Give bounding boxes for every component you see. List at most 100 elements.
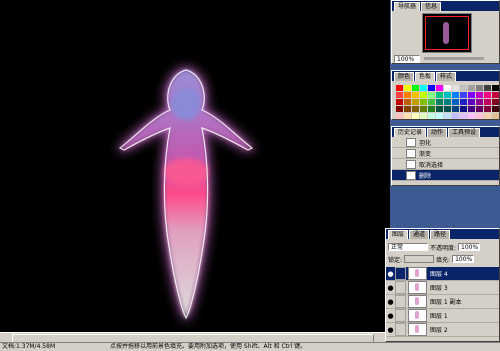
zoom-field[interactable]: 100% <box>394 55 420 63</box>
tab-history[interactable]: 历史记录 <box>394 128 427 137</box>
layer-row[interactable]: ● 图层 1 <box>386 309 499 323</box>
color-swatch[interactable] <box>428 92 435 98</box>
color-swatch[interactable] <box>420 92 427 98</box>
color-swatch[interactable] <box>436 99 443 105</box>
navigator-preview[interactable] <box>422 13 472 53</box>
history-item[interactable]: 羽化 <box>392 137 499 148</box>
color-swatch[interactable] <box>428 113 435 119</box>
color-swatch[interactable] <box>404 99 411 105</box>
color-swatch[interactable] <box>404 85 411 91</box>
tab-layers[interactable]: 图层 <box>388 230 409 239</box>
color-swatch[interactable] <box>484 85 491 91</box>
history-item[interactable]: 渐变 <box>392 148 499 159</box>
layer-row[interactable]: ● 图层 3 <box>386 281 499 295</box>
color-swatch[interactable] <box>428 106 435 112</box>
color-swatch[interactable] <box>420 85 427 91</box>
color-swatch[interactable] <box>452 99 459 105</box>
color-swatch[interactable] <box>460 106 467 112</box>
document-canvas[interactable] <box>0 0 390 332</box>
color-swatch[interactable] <box>444 92 451 98</box>
tab-paths[interactable]: 路径 <box>430 230 451 239</box>
color-swatch[interactable] <box>476 99 483 105</box>
color-swatch[interactable] <box>412 106 419 112</box>
color-swatch[interactable] <box>452 92 459 98</box>
color-swatch[interactable] <box>484 113 491 119</box>
color-swatch[interactable] <box>492 85 499 91</box>
tab-tool-presets[interactable]: 工具预设 <box>448 128 481 137</box>
color-swatch[interactable] <box>460 85 467 91</box>
color-swatch[interactable] <box>444 99 451 105</box>
lock-buttons[interactable] <box>404 255 435 263</box>
color-swatch[interactable] <box>476 85 483 91</box>
color-swatch[interactable] <box>396 85 403 91</box>
eye-icon[interactable]: ● <box>386 284 395 292</box>
color-swatch[interactable] <box>444 85 451 91</box>
color-swatch[interactable] <box>404 106 411 112</box>
color-swatch[interactable] <box>412 113 419 119</box>
color-swatch[interactable] <box>460 113 467 119</box>
color-swatch[interactable] <box>420 99 427 105</box>
color-swatch[interactable] <box>452 113 459 119</box>
color-swatch[interactable] <box>404 92 411 98</box>
color-swatch[interactable] <box>468 113 475 119</box>
layer-row[interactable]: ● 图层 2 <box>386 323 499 337</box>
color-swatch[interactable] <box>452 106 459 112</box>
color-swatch[interactable] <box>436 106 443 112</box>
tab-color[interactable]: 颜色 <box>394 72 415 81</box>
color-swatch[interactable] <box>468 85 475 91</box>
color-swatch[interactable] <box>436 92 443 98</box>
tab-swatches[interactable]: 色板 <box>415 72 436 81</box>
color-swatch[interactable] <box>476 106 483 112</box>
swatch-grid[interactable] <box>396 85 500 119</box>
color-swatch[interactable] <box>468 106 475 112</box>
history-item-selected[interactable]: 删除 <box>392 170 499 181</box>
color-swatch[interactable] <box>484 99 491 105</box>
color-swatch[interactable] <box>460 99 467 105</box>
color-swatch[interactable] <box>492 106 499 112</box>
color-swatch[interactable] <box>396 106 403 112</box>
layer-row[interactable]: ● 图层 1 副本 <box>386 295 499 309</box>
color-swatch[interactable] <box>492 113 499 119</box>
color-swatch[interactable] <box>420 106 427 112</box>
layer-row-selected[interactable]: ● 图层 4 <box>386 267 499 281</box>
color-swatch[interactable] <box>468 99 475 105</box>
color-swatch[interactable] <box>396 113 403 119</box>
zoom-slider[interactable] <box>424 57 484 60</box>
color-swatch[interactable] <box>428 85 435 91</box>
eye-icon[interactable]: ● <box>386 270 395 278</box>
eye-icon[interactable]: ● <box>386 312 395 320</box>
color-swatch[interactable] <box>412 92 419 98</box>
color-swatch[interactable] <box>476 113 483 119</box>
color-swatch[interactable] <box>476 92 483 98</box>
fill-field[interactable]: 100% <box>452 255 475 263</box>
color-swatch[interactable] <box>452 85 459 91</box>
color-swatch[interactable] <box>412 85 419 91</box>
color-swatch[interactable] <box>396 92 403 98</box>
color-swatch[interactable] <box>468 92 475 98</box>
tab-styles[interactable]: 样式 <box>436 72 457 81</box>
layer-thumbnail <box>408 323 427 336</box>
color-swatch[interactable] <box>444 113 451 119</box>
tab-navigator[interactable]: 导航器 <box>394 2 421 11</box>
tab-info[interactable]: 信息 <box>421 2 442 11</box>
color-swatch[interactable] <box>444 106 451 112</box>
color-swatch[interactable] <box>492 99 499 105</box>
history-item[interactable]: 取消选择 <box>392 159 499 170</box>
color-swatch[interactable] <box>436 113 443 119</box>
color-swatch[interactable] <box>420 113 427 119</box>
color-swatch[interactable] <box>396 99 403 105</box>
tab-channels[interactable]: 通道 <box>409 230 430 239</box>
color-swatch[interactable] <box>484 92 491 98</box>
color-swatch[interactable] <box>436 85 443 91</box>
color-swatch[interactable] <box>492 92 499 98</box>
blend-mode-select[interactable]: 正常 <box>388 243 428 251</box>
eye-icon[interactable]: ● <box>386 326 395 334</box>
color-swatch[interactable] <box>460 92 467 98</box>
color-swatch[interactable] <box>428 99 435 105</box>
eye-icon[interactable]: ● <box>386 298 395 306</box>
color-swatch[interactable] <box>412 99 419 105</box>
color-swatch[interactable] <box>404 113 411 119</box>
opacity-field[interactable]: 100% <box>458 243 481 251</box>
tab-actions[interactable]: 动作 <box>427 128 448 137</box>
color-swatch[interactable] <box>484 106 491 112</box>
